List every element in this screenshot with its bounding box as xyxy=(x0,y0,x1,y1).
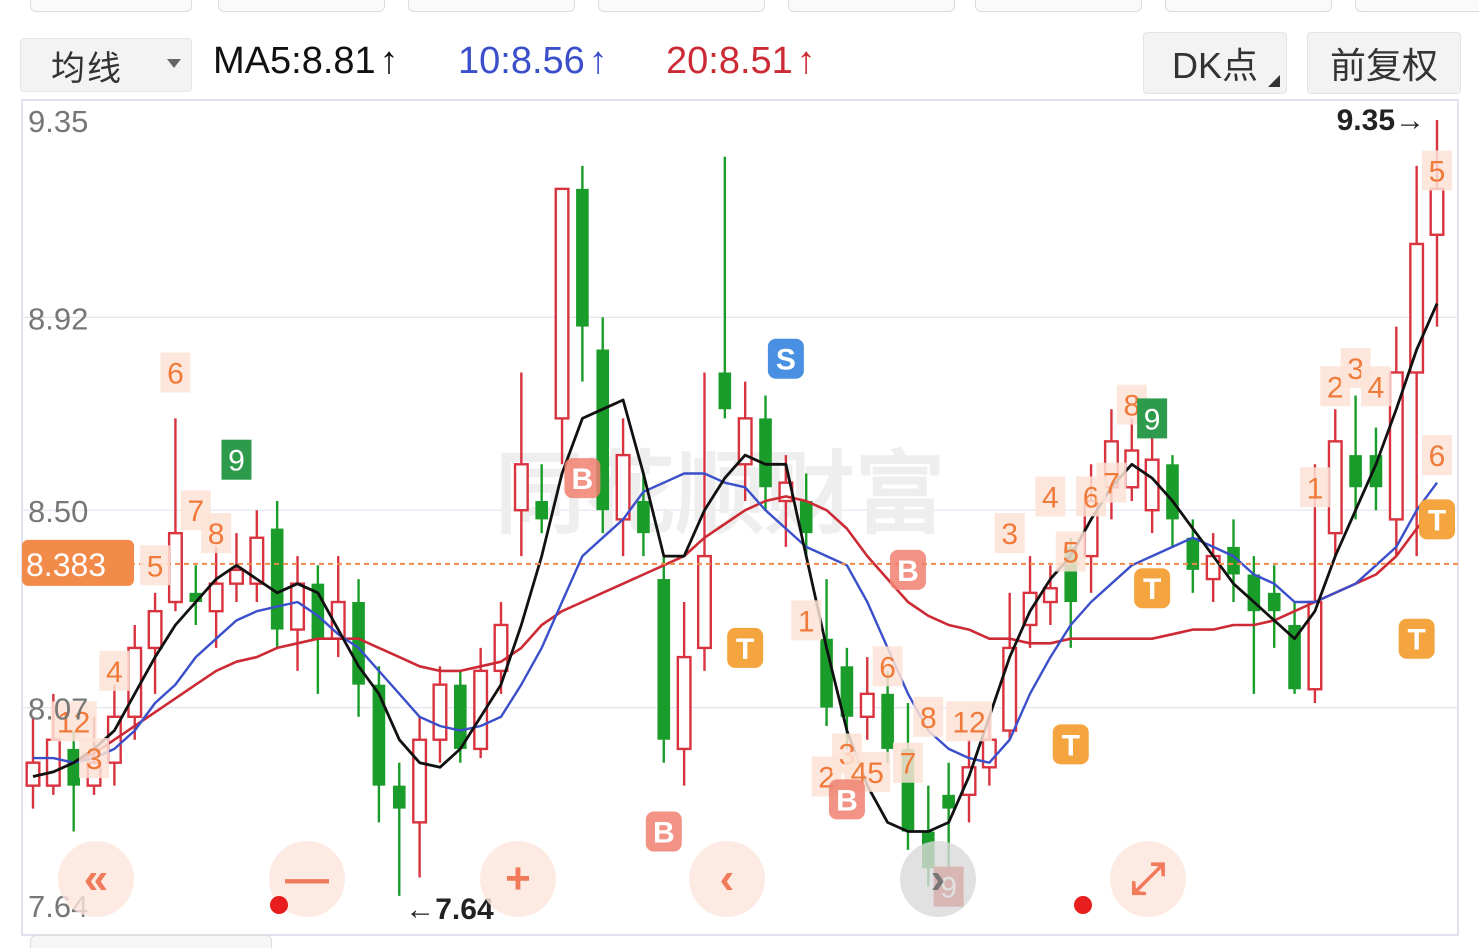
ma-lines xyxy=(32,303,1439,833)
count-label: 5 xyxy=(147,550,164,583)
candle-body xyxy=(270,528,284,630)
y-tick-label: 8.07 xyxy=(28,692,88,727)
count-label: 7 xyxy=(1103,468,1120,501)
y-tick-label: 8.50 xyxy=(28,494,88,529)
candle-body xyxy=(208,582,224,613)
count-label: 6 xyxy=(1429,440,1446,473)
candle-body xyxy=(799,501,813,534)
ma5-line xyxy=(32,303,1439,833)
chevron-left-icon: ‹ xyxy=(720,854,735,903)
kline-chart[interactable]: 同花顺财富 8.3839.35→←7.64 123465789162345781… xyxy=(0,0,1479,947)
count-label: 3 xyxy=(86,743,103,776)
zoom-out-icon: — xyxy=(285,854,329,903)
count-label: 5 xyxy=(1429,155,1446,188)
signal-label: T xyxy=(1407,624,1425,657)
candle-body xyxy=(167,531,183,604)
signal-label: S xyxy=(776,344,796,377)
candle-body xyxy=(696,554,712,650)
candle-body xyxy=(1349,455,1362,488)
candle-body xyxy=(942,794,955,809)
signal-label: B xyxy=(836,784,858,817)
zoom-in-icon: + xyxy=(505,854,531,903)
count-label: 4 xyxy=(1368,371,1385,404)
count-label: 9 xyxy=(1144,403,1161,436)
count-label: 9 xyxy=(228,445,245,478)
low-price-marker: ←7.64 xyxy=(405,893,494,926)
count-label: 4 xyxy=(106,656,123,689)
candle-body xyxy=(881,693,894,749)
count-label: 8 xyxy=(208,518,225,551)
candle-body xyxy=(432,683,448,741)
candle-body xyxy=(1267,592,1281,612)
candle-body xyxy=(228,568,244,585)
candle-body xyxy=(290,582,306,631)
count-label: 5 xyxy=(1062,537,1079,570)
count-label: 6 xyxy=(167,357,184,390)
count-label: 7 xyxy=(900,748,917,781)
count-label: 6 xyxy=(879,651,896,684)
red-dot-indicator xyxy=(270,896,288,914)
candle-body xyxy=(859,692,875,718)
count-label: 12 xyxy=(952,706,985,739)
candle-body xyxy=(372,684,386,786)
rewind-icon: « xyxy=(84,854,108,903)
candle-body xyxy=(657,579,671,740)
candle-body xyxy=(1186,537,1200,570)
candle-body xyxy=(718,372,732,410)
candle-body xyxy=(535,501,549,520)
nav-buttons: « — + ‹ › ⤢ xyxy=(58,841,1186,917)
candle-body xyxy=(45,738,61,787)
chevron-right-icon: › xyxy=(931,854,946,903)
candle-body xyxy=(453,684,467,749)
candle-body xyxy=(1429,187,1445,236)
y-tick-label: 8.92 xyxy=(28,301,88,336)
signal-label: T xyxy=(1428,504,1446,537)
candle-body xyxy=(392,785,406,809)
candle-body xyxy=(127,646,143,718)
signal-label: T xyxy=(1143,573,1161,606)
signal-label: B xyxy=(897,555,919,588)
count-label: 4 xyxy=(1042,481,1059,514)
candle-body xyxy=(576,188,589,327)
candle-body xyxy=(759,418,772,488)
candle-body xyxy=(961,766,977,797)
signal-label: B xyxy=(653,817,675,850)
signal-label: T xyxy=(736,633,754,666)
fullscreen-icon: ⤢ xyxy=(1130,854,1166,903)
candle-body xyxy=(1166,464,1179,520)
high-price-marker: 9.35→ xyxy=(1337,104,1425,137)
current-price-label: 8.383 xyxy=(26,547,106,583)
y-axis: 9.358.928.508.077.64 xyxy=(28,104,88,924)
candle-body xyxy=(554,187,570,420)
candle-body xyxy=(676,655,692,751)
candle-body xyxy=(67,748,81,786)
candle-body xyxy=(412,738,428,824)
signal-label: B xyxy=(572,463,594,496)
candle-body xyxy=(1327,440,1343,535)
bottom-tab[interactable] xyxy=(30,935,272,948)
signal-label: T xyxy=(1062,729,1080,762)
candle-body xyxy=(615,453,631,521)
red-dot-indicator xyxy=(1074,896,1092,914)
candle-body xyxy=(147,609,163,650)
candle-body xyxy=(637,501,650,534)
candle-body xyxy=(1042,587,1058,604)
candle-body xyxy=(513,463,529,512)
candle-body xyxy=(1205,554,1221,581)
count-label: 1 xyxy=(798,605,815,638)
count-label: 3 xyxy=(1001,518,1018,551)
y-tick-label: 9.35 xyxy=(28,104,88,139)
count-label: 1 xyxy=(1307,472,1324,505)
count-label: 8 xyxy=(920,702,937,735)
